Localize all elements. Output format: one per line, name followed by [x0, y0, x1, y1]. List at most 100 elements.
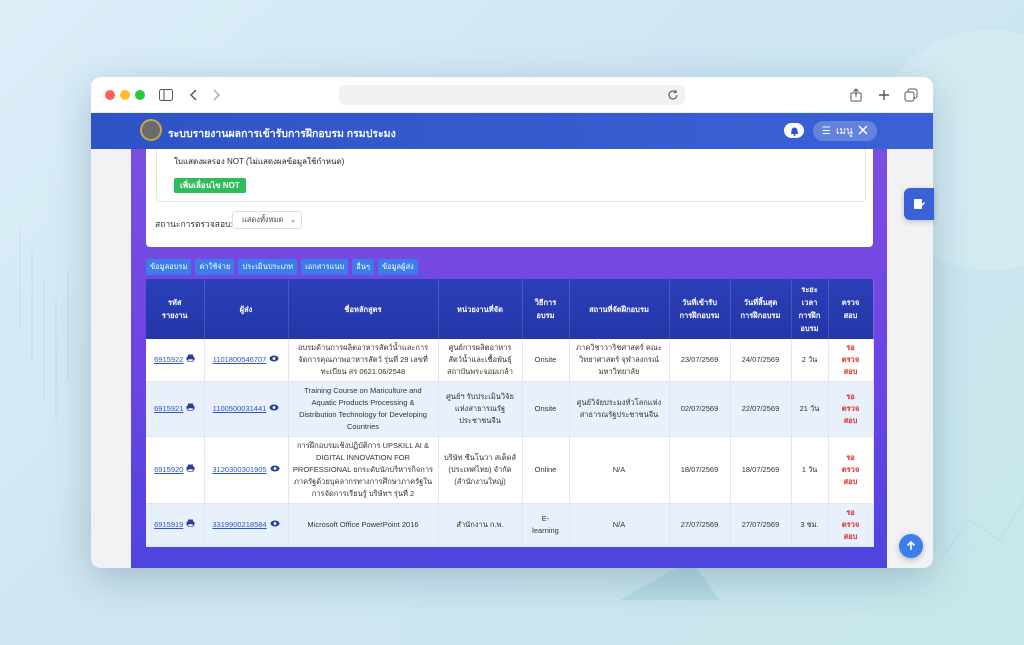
- status-badge: รอ ตรวจ สอบ: [841, 508, 860, 541]
- eye-icon[interactable]: [269, 354, 279, 366]
- tab-other[interactable]: อื่นๆ: [352, 259, 374, 275]
- course-name: Training Course on Mariculture and Aquat…: [288, 381, 439, 437]
- training-place: ภาควิชาวาริชศาสตร์ คณะวิทยาศาสตร์ จุฬาลง…: [569, 339, 670, 382]
- course-name: Microsoft Office PowerPoint 2016: [288, 503, 439, 547]
- not-condition-note: ใบแสดงผลรอง NOT (ไม่แสดงผลข้อมูลใช้กำหนด…: [174, 157, 345, 166]
- sidebar-toggle-icon[interactable]: [157, 86, 175, 104]
- status-filter-label: สถานะการตรวจสอบ:: [155, 219, 233, 229]
- address-bar[interactable]: [339, 85, 685, 105]
- organizer: ศูนย์ฯ รับประเมินวิจัย แห่งสาธารณรัฐประช…: [438, 381, 523, 437]
- course-name: การฝึกอบรมเชิงปฏิบัติการ UPSKILL AI & DI…: [288, 436, 439, 504]
- start-date: 23/07/2569: [669, 339, 731, 382]
- training-method: E- learning: [522, 503, 570, 547]
- report-id-link[interactable]: 6915922: [154, 355, 183, 364]
- arrow-up-icon: [906, 541, 916, 550]
- eye-icon[interactable]: [270, 464, 280, 476]
- menu-button[interactable]: ☰ เมนู: [813, 121, 877, 141]
- column-header[interactable]: ตรวจ สอบ: [828, 279, 874, 339]
- reload-icon[interactable]: [667, 88, 679, 106]
- add-not-condition-button[interactable]: เพิ่มเลื่อนไข NOT: [174, 178, 246, 193]
- scroll-to-top-button[interactable]: [899, 534, 923, 558]
- status-badge: รอ ตรวจ สอบ: [841, 343, 860, 376]
- table-header-row: รหัส รายงาน ผู้ส่ง ชื่อหลักสูตร หน่วยงาน…: [146, 279, 874, 339]
- not-condition-box: ใบแสดงผลรอง NOT (ไม่แสดงผลข้อมูลใช้กำหนด…: [156, 149, 866, 202]
- table-row[interactable]: 6915919 3319900218584 Microsoft Office P…: [146, 503, 874, 547]
- app-title: ระบบรายงานผลการเข้ารับการฝึกอบรม กรมประม…: [168, 128, 396, 140]
- end-date: 18/07/2569: [730, 436, 792, 504]
- browser-window: ระบบรายงานผลการเข้ารับการฝึกอบรม กรมประม…: [91, 77, 933, 568]
- report-id-link[interactable]: 6915919: [154, 520, 183, 529]
- training-method: Onsite: [522, 381, 570, 437]
- sender-id-link[interactable]: 1100500031441: [213, 404, 267, 413]
- column-header[interactable]: ระยะ เวลา การฝึก อบรม: [791, 279, 829, 339]
- sender-id-link[interactable]: 3120300301905: [212, 465, 266, 474]
- column-header[interactable]: หน่วยงานที่จัด: [438, 279, 523, 339]
- eye-icon[interactable]: [269, 403, 279, 415]
- end-date: 24/07/2569: [730, 339, 792, 382]
- start-date: 02/07/2569: [669, 381, 731, 437]
- training-place: N/A: [569, 436, 670, 504]
- column-header[interactable]: วันที่สิ้นสุด การฝึกอบรม: [730, 279, 792, 339]
- maximize-window-button[interactable]: [135, 90, 145, 100]
- side-shortcut-button[interactable]: [904, 188, 934, 220]
- sender-id-link[interactable]: 3319900218584: [212, 520, 266, 529]
- notification-bell-icon[interactable]: [784, 123, 804, 138]
- print-icon[interactable]: [186, 464, 195, 476]
- tab-training-info[interactable]: ข้อมูลอบรม: [146, 259, 192, 275]
- start-date: 18/07/2569: [669, 436, 731, 504]
- column-header[interactable]: ผู้ส่ง: [204, 279, 289, 339]
- tab-evaluation[interactable]: ประเมินประเภท: [238, 259, 298, 275]
- menu-label: เมนู: [836, 125, 853, 137]
- app-header: ระบบรายงานผลการเข้ารับการฝึกอบรม กรมประม…: [91, 113, 933, 149]
- status-filter-select[interactable]: แสดงทั้งหมด ⌄: [232, 211, 302, 229]
- organizer: บริษัท ซีนโนวา สเต็ดส์ (ประเทศไทย) จำกัด…: [438, 436, 523, 504]
- page-content: ใบแสดงผลรอง NOT (ไม่แสดงผลข้อมูลใช้กำหนด…: [91, 149, 933, 568]
- training-place: N/A: [569, 503, 670, 547]
- minimize-window-button[interactable]: [120, 90, 130, 100]
- end-date: 27/07/2569: [730, 503, 792, 547]
- close-window-button[interactable]: [105, 90, 115, 100]
- status-badge: รอ ตรวจ สอบ: [841, 392, 860, 425]
- table-row[interactable]: 6915920 3120300301905 การฝึกอบรมเชิงปฏิบ…: [146, 436, 874, 504]
- browser-toolbar: [91, 77, 933, 113]
- training-method: Onsite: [522, 339, 570, 382]
- report-id-link[interactable]: 6915920: [154, 465, 183, 474]
- status-badge: รอ ตรวจ สอบ: [841, 453, 860, 486]
- start-date: 27/07/2569: [669, 503, 731, 547]
- training-method: Online: [522, 436, 570, 504]
- tab-overview-icon[interactable]: [902, 86, 920, 104]
- column-header[interactable]: สถานที่จัดฝึกอบรม: [569, 279, 670, 339]
- forward-icon[interactable]: [207, 86, 225, 104]
- new-tab-icon[interactable]: [875, 86, 893, 104]
- print-icon[interactable]: [186, 519, 195, 531]
- hamburger-icon: ☰: [821, 125, 831, 137]
- status-filter-value: แสดงทั้งหมด: [242, 215, 284, 224]
- organizer: ศูนย์การผลิตอาหารสัตว์น้ำและเชื้อพันธุ์ …: [438, 339, 523, 382]
- share-icon[interactable]: [847, 86, 865, 104]
- report-table: รหัส รายงาน ผู้ส่ง ชื่อหลักสูตร หน่วยงาน…: [146, 279, 874, 547]
- column-header[interactable]: วิธีการ อบรม: [522, 279, 570, 339]
- duration: 3 ชม.: [791, 503, 829, 547]
- duration: 21 วัน: [791, 381, 829, 437]
- department-logo: [140, 119, 162, 141]
- column-header[interactable]: วันที่เข้ารับ การฝึกอบรม: [669, 279, 731, 339]
- duration: 1 วัน: [791, 436, 829, 504]
- print-icon[interactable]: [186, 354, 195, 366]
- tools-icon: [858, 124, 868, 138]
- tab-attachments[interactable]: เอกสารแนบ: [301, 259, 349, 275]
- duration: 2 วัน: [791, 339, 829, 382]
- back-icon[interactable]: [185, 86, 203, 104]
- tab-expenses[interactable]: ค่าใช้จ่าย: [195, 259, 235, 275]
- report-id-link[interactable]: 6915921: [154, 404, 183, 413]
- eye-icon[interactable]: [270, 519, 280, 531]
- column-header[interactable]: ชื่อหลักสูตร: [288, 279, 439, 339]
- table-row[interactable]: 6915922 1101800546707 อบรมด้านการผลิตอาห…: [146, 339, 874, 382]
- end-date: 22/07/2569: [730, 381, 792, 437]
- sender-id-link[interactable]: 1101800546707: [213, 355, 267, 364]
- document-edit-icon: [914, 199, 925, 209]
- print-icon[interactable]: [186, 403, 195, 415]
- course-name: อบรมด้านการผลิตอาหารสัตว์น้ำและการจัดการ…: [288, 339, 439, 382]
- column-header[interactable]: รหัส รายงาน: [146, 279, 205, 339]
- table-row[interactable]: 6915921 1100500031441 Training Course on…: [146, 381, 874, 437]
- tab-sender-info[interactable]: ข้อมูลผู้ส่ง: [377, 259, 418, 275]
